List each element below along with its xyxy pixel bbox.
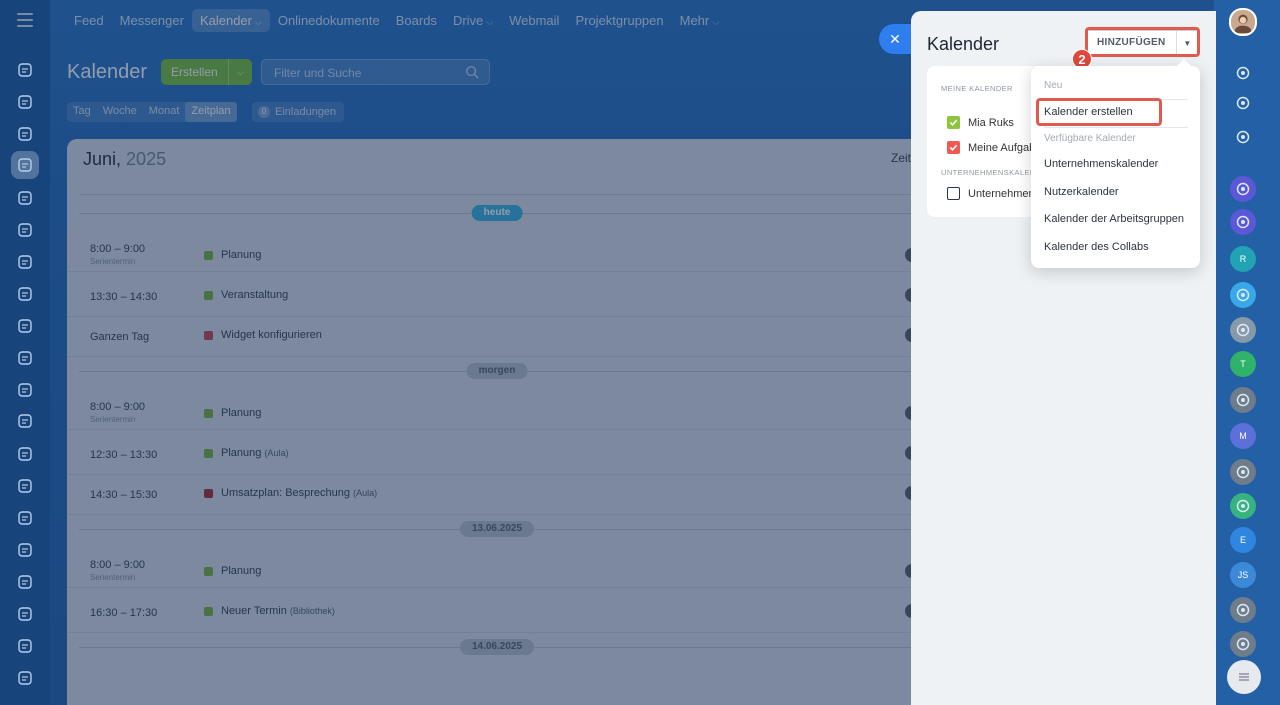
right-bar-bell-button[interactable] (1230, 60, 1256, 86)
mail-icon (18, 319, 32, 333)
right-bar-user-photo-button[interactable] (1230, 387, 1256, 413)
analytics-icon (18, 639, 32, 653)
sidebar-item-store[interactable] (15, 572, 35, 592)
user-photo-icon (1234, 14, 1252, 33)
sidebar-item-filter[interactable] (15, 284, 35, 304)
right-bar-chat-button[interactable] (1230, 282, 1256, 308)
sidebar-item-calendar[interactable] (11, 151, 39, 179)
checkbox-checked-icon[interactable] (947, 116, 960, 129)
sidebar-item-contacts[interactable] (15, 348, 35, 368)
sidebar-item-crm[interactable] (15, 252, 35, 272)
board-icon (1236, 499, 1250, 513)
menu-item-company-calendar[interactable]: Unternehmenskalender (1044, 158, 1158, 170)
target-icon (1236, 182, 1250, 196)
right-bar-user-photo-button[interactable] (1230, 631, 1256, 657)
close-button[interactable]: ✕ (879, 24, 911, 54)
contact-avatar[interactable]: E (1230, 527, 1256, 553)
sidebar-item-cart[interactable] (15, 476, 35, 496)
sidebar-item-analytics[interactable] (15, 636, 35, 656)
sites-icon (18, 414, 32, 428)
copilot-icon (1236, 130, 1250, 144)
highlight-add-button (1085, 27, 1200, 57)
sidebar-item-target[interactable] (15, 444, 35, 464)
checkbox-unchecked-icon[interactable] (947, 187, 960, 200)
tasks-icon (18, 223, 32, 237)
store-icon (18, 575, 32, 589)
close-icon: ✕ (889, 30, 901, 47)
user-photo-icon (1236, 465, 1250, 479)
right-bar-user-photo-button[interactable] (1230, 459, 1256, 485)
right-bar-copilot-button[interactable] (1230, 124, 1256, 150)
sidebar-item-pulse[interactable] (15, 60, 35, 80)
menu-divider (1044, 127, 1188, 128)
sidebar-item-feed[interactable] (15, 92, 35, 112)
feed-icon (18, 95, 32, 109)
user-photo-icon (1236, 393, 1250, 407)
contact-avatar[interactable]: JS (1230, 562, 1256, 588)
robot-icon (18, 511, 32, 525)
menu-item-user-calendar[interactable]: Nutzerkalender (1044, 186, 1119, 198)
right-bar-user-photo-button[interactable] (1230, 597, 1256, 623)
group-photo-icon (1236, 323, 1250, 337)
contact-avatar[interactable]: T (1230, 351, 1256, 377)
pulse-icon (18, 63, 32, 77)
sidebar-item-tasks[interactable] (15, 220, 35, 240)
bell-icon (1236, 66, 1250, 80)
filter-icon (18, 287, 32, 301)
settings-icon (18, 671, 32, 685)
avatar-initials: T (1240, 359, 1246, 369)
chat-button[interactable] (1227, 660, 1261, 694)
sidebar-item-robot[interactable] (15, 508, 35, 528)
user-avatar[interactable] (1229, 8, 1257, 36)
sidebar-item-bot[interactable] (15, 540, 35, 560)
chat-icon (1236, 288, 1250, 302)
sidebar-item-chat[interactable] (15, 124, 35, 144)
right-bar-pulse-button[interactable] (1230, 90, 1256, 116)
sidebar-item-sites[interactable] (15, 411, 35, 431)
highlight-create-calendar (1036, 98, 1162, 126)
menu-header-new: Neu (1044, 80, 1063, 91)
target-icon (18, 447, 32, 461)
calendar-item-label: Mia Ruks (968, 116, 1014, 129)
contact-avatar[interactable]: R (1230, 246, 1256, 272)
calendar-item-mia-ruks[interactable]: Mia Ruks (947, 116, 1014, 129)
contacts-icon (18, 351, 32, 365)
checkbox-checked-icon[interactable] (947, 141, 960, 154)
menu-header-available: Verfügbare Kalender (1044, 133, 1136, 144)
panel-title: Kalender (927, 34, 1000, 54)
sidebar-item-document[interactable] (15, 188, 35, 208)
avatar-initials: E (1239, 535, 1246, 545)
chat-icon (18, 127, 32, 141)
bot-icon (18, 543, 32, 557)
avatar-initials: M (1239, 431, 1247, 441)
right-bar-target-button[interactable] (1230, 209, 1256, 235)
sidebar-item-settings[interactable] (15, 668, 35, 688)
user-photo-icon (1236, 637, 1250, 651)
menu-item-workgroup-calendar[interactable]: Kalender der Arbeitsgruppen (1044, 213, 1184, 225)
right-bar-target-button[interactable] (1230, 176, 1256, 202)
sidebar-item-sign[interactable] (15, 604, 35, 624)
sign-icon (18, 607, 32, 621)
pulse-icon (1236, 96, 1250, 110)
chat-icon (1239, 673, 1249, 681)
contact-avatar[interactable]: M (1230, 423, 1256, 449)
calendar-icon (18, 158, 32, 172)
sidebar-item-shield[interactable] (15, 380, 35, 400)
avatar-initials: R (1239, 254, 1247, 264)
section-my-calendars: MEINE KALENDER (941, 84, 1013, 93)
sidebar-item-mail[interactable] (15, 316, 35, 336)
document-icon (18, 191, 32, 205)
user-photo-icon (1236, 603, 1250, 617)
menu-item-collab-calendar[interactable]: Kalender des Collabs (1044, 241, 1149, 253)
target-icon (1236, 215, 1250, 229)
cart-icon (18, 479, 32, 493)
crm-icon (18, 255, 32, 269)
right-bar-board-button[interactable] (1230, 493, 1256, 519)
right-bar-group-photo-button[interactable] (1230, 317, 1256, 343)
shield-icon (18, 383, 32, 397)
add-dropdown-menu: Neu Kalender erstellen Verfügbare Kalend… (1031, 66, 1200, 268)
avatar-initials: JS (1237, 570, 1249, 580)
